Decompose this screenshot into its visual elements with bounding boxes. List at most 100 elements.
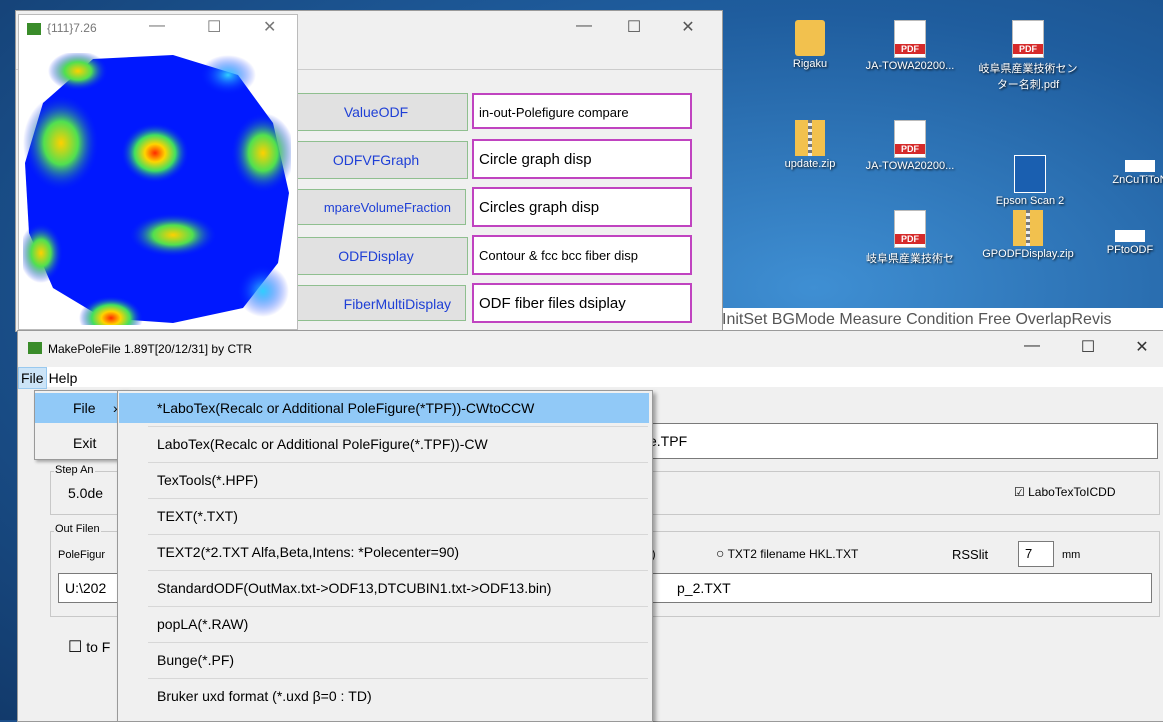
maximize-button[interactable]: ☐ [207,17,221,37]
desktop-icon-label: JA-TOWA20200... [865,160,955,172]
pole-window-title: {111}7.26 [47,21,97,35]
pdf-badge: PDF [1013,44,1043,54]
path-suffix: p_2.TXT [677,580,731,596]
rsslit-input[interactable]: 7 [1018,541,1054,567]
txt2-filename-label: TXT2 filename HKL.TXT [727,547,859,561]
desktop-icon-label: PFtoODF [1106,244,1154,256]
desktop-icon-pftoodf[interactable]: PFtoODF [1100,230,1160,256]
menu-item-text[interactable]: TEXT(*.TXT) [119,501,649,531]
scanner-icon [1014,155,1046,193]
menu-bar: File Help [18,367,1163,389]
desktop-icon-ja-towa-2[interactable]: PDF JA-TOWA20200... [860,120,960,172]
to-f-label: to F [86,639,111,655]
file-submenu: File › Exit [34,390,128,460]
odfvfgraph-desc: Circle graph disp [472,139,692,179]
desktop-icon-label: update.zip [784,158,836,170]
input-file-value: e.TPF [649,433,688,449]
desktop-icon-zncutiton[interactable]: ZnCuTiToN [1110,160,1163,186]
desktop-icon-meishi[interactable]: PDF 岐阜県産業技術センター名刺.pdf [978,20,1078,92]
fiber-multi-display-button[interactable]: FiberMultiDisplay [284,285,466,321]
zip-icon [1013,210,1043,246]
labotex-to-icdd-label: LaboTexToICDD [1028,485,1116,499]
menu-separator [148,498,648,499]
fiber-multi-display-desc: ODF fiber files dsiplay [472,283,692,323]
file-icon [1125,160,1155,172]
desktop-icon-rigaku[interactable]: Rigaku [760,20,860,70]
submenu-item-file[interactable]: File › [35,393,125,423]
menu-separator [148,462,648,463]
desktop-icon-epson-scan[interactable]: Epson Scan 2 [980,155,1080,207]
minimize-button[interactable]: — [149,17,165,35]
menu-item-popla[interactable]: popLA(*.RAW) [119,609,649,639]
close-button[interactable]: ✕ [263,17,276,37]
to-f-checkbox[interactable]: ☐ to F [68,637,110,657]
labotex-to-icdd-checkbox[interactable]: ☑ LaboTexToICDD [1014,485,1115,499]
format-menu: *LaboTex(Recalc or Additional PoleFigure… [117,390,653,722]
maximize-button[interactable]: ☐ [1068,337,1108,357]
desktop-icon-label: 岐阜県産業技術センター名刺.pdf [978,63,1078,91]
backdrop-menu-text: InitSet BGMode Measure Condition Free Ov… [722,311,1112,328]
compare-volume-fraction-desc: Circles graph disp [472,187,692,227]
menu-item-bruker-uxd[interactable]: Bruker uxd format (*.uxd β=0 : TD) [119,681,649,711]
pdf-badge: PDF [895,44,925,54]
app-icon [27,23,41,35]
menu-item-bunge[interactable]: Bunge(*.PF) [119,645,649,675]
odf-display-button[interactable]: ODFDisplay [284,237,468,275]
menu-separator [148,642,648,643]
polefigure-label: PoleFigur [58,549,106,561]
pdf-icon: PDF [894,120,926,158]
desktop-icon-label: JA-TOWA20200... [865,60,955,72]
desktop-icon-label: GPODFDisplay.zip [982,248,1074,260]
odf-display-desc: Contour & fcc bcc fiber disp [472,235,692,275]
menu-item-labotex-cw[interactable]: LaboTex(Recalc or Additional PoleFigure(… [119,429,649,459]
desktop-icon-update-zip[interactable]: update.zip [760,120,860,170]
rsslit-unit: mm [1062,549,1081,561]
minimize-button[interactable]: — [1012,337,1052,355]
file-icon [1115,230,1145,242]
zip-icon [795,120,825,156]
txt2-filename-radio[interactable]: ○ TXT2 filename HKL.TXT [716,545,858,561]
submenu-item-exit[interactable]: Exit [35,428,125,458]
menu-separator [148,534,648,535]
desktop-icon-gifu[interactable]: PDF 岐阜県産業技術セ [860,210,960,266]
menu-item-standard-odf[interactable]: StandardODF(OutMax.txt->ODF13,DTCUBIN1.t… [119,573,649,603]
menu-help[interactable]: Help [47,368,80,388]
radio-icon: ○ [716,545,725,561]
pdf-icon: PDF [1012,20,1044,58]
desktop-icon-label: Epson Scan 2 [995,195,1065,207]
menu-separator [148,426,648,427]
app-icon [28,342,42,354]
pdf-badge: PDF [895,144,925,154]
checkbox-unchecked-icon: ☐ [68,639,83,656]
out-group-label: Out Filen [54,523,101,535]
step-group-label: Step An [54,464,95,476]
checkbox-checked-icon: ☑ [1014,485,1025,499]
menu-separator [148,606,648,607]
close-button[interactable]: ✕ [668,17,708,37]
pdf-icon: PDF [894,210,926,248]
menu-item-labotex-cwtoccw[interactable]: *LaboTex(Recalc or Additional PoleFigure… [119,393,649,423]
window-title: MakePoleFile 1.89T[20/12/31] by CTR [48,342,253,356]
maximize-button[interactable]: ☐ [614,17,654,37]
rsslit-label: RSSlit [952,547,989,562]
desktop-icon-label: Rigaku [792,58,828,70]
path-prefix: U:\202 [65,580,107,596]
pdf-badge: PDF [895,234,925,244]
menu-separator [148,678,648,679]
pole-figure-window: {111}7.26 — ☐ ✕ [18,14,298,330]
minimize-button[interactable]: — [564,17,604,35]
close-button[interactable]: ✕ [1122,337,1162,357]
menu-file[interactable]: File [18,367,47,389]
desktop-icon-label: 岐阜県産業技術セ [866,253,954,265]
pole-figure-plot [23,53,291,325]
submenu-exit-label: Exit [73,435,97,451]
desktop-icon-gpodfdisplay[interactable]: GPODFDisplay.zip [978,210,1078,260]
value-odf-button[interactable]: ValueODF [284,93,468,131]
menu-item-text2[interactable]: TEXT2(*2.TXT Alfa,Beta,Intens: *Polecent… [119,537,649,567]
desktop-icon-ja-towa-1[interactable]: PDF JA-TOWA20200... [860,20,960,72]
folder-icon [795,20,825,56]
odfvfgraph-button[interactable]: ODFVFGraph [284,141,468,179]
compare-volume-fraction-button[interactable]: mpareVolumeFraction [284,189,466,225]
menu-item-textools[interactable]: TexTools(*.HPF) [119,465,649,495]
desktop-icon-label: ZnCuTiToN [1112,174,1163,186]
